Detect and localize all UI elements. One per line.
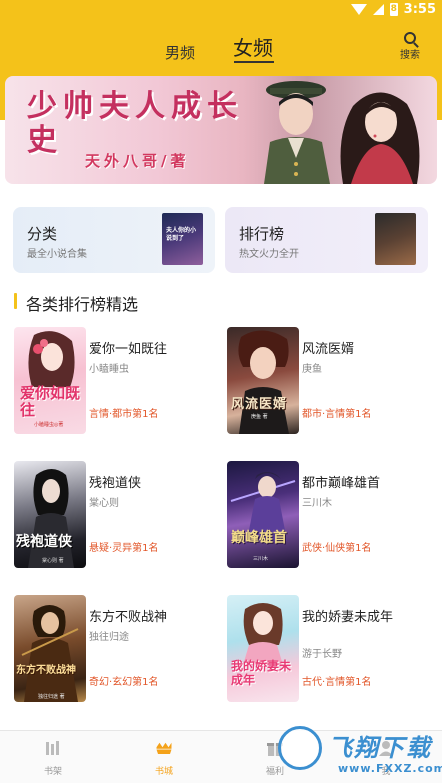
- tab-female[interactable]: 女频: [233, 32, 273, 61]
- book-author: 三川木: [302, 498, 332, 509]
- banner-illustration-woman: [340, 92, 420, 184]
- search-button[interactable]: 搜索: [396, 32, 424, 61]
- book-cover-author: 小瞌睡虫◎著: [34, 422, 64, 428]
- book-cover: 残袍道侠 棠心则 著: [14, 461, 86, 568]
- book-cover-author: 三川木: [253, 556, 269, 562]
- book-item[interactable]: 巅峰雄首 三川木 都市巅峰雄首 三川木 武侠·仙侠第1名: [227, 461, 427, 569]
- book-cover-title: 东方不败战神: [16, 665, 76, 676]
- book-cover-author: 独往归途 著: [38, 694, 65, 700]
- book-cover-author: 庚鱼 著: [251, 414, 268, 420]
- book-title: 风流医婿: [302, 342, 355, 357]
- book-item[interactable]: 我的娇妻未成年 我的娇妻未成年 游于长野 古代·言情第1名: [227, 595, 427, 703]
- book-author: 独往归途: [89, 632, 129, 643]
- section-accent-bar: [14, 293, 17, 309]
- book-cover-author: 棠心则 著: [42, 558, 64, 564]
- category-card-cover-text: 夫人你的小说到了: [166, 227, 197, 242]
- book-cover-title: 巅峰雄首: [231, 530, 287, 546]
- top-header: 男频 女频 搜索: [0, 20, 442, 80]
- ranking-card[interactable]: 排行榜 热文火力全开: [225, 207, 428, 273]
- section-title: 各类排行榜精选: [26, 295, 139, 314]
- wifi-icon: [350, 4, 367, 15]
- active-tab-indicator: [234, 61, 274, 63]
- watermark-url: www.FXXZ.com: [338, 762, 442, 775]
- book-author: 棠心则: [89, 498, 119, 509]
- status-time: 3:55: [403, 2, 436, 17]
- book-cover: 东方不败战神 独往归途 著: [14, 595, 86, 702]
- book-rank-tag: 古代·言情第1名: [302, 677, 372, 688]
- category-card-title: 分类: [27, 225, 58, 243]
- book-item[interactable]: 爱你如既往 小瞌睡虫◎著 爱你一如既往 小瞌睡虫 言情·都市第1名: [14, 327, 214, 435]
- book-author: 庚鱼: [302, 364, 322, 375]
- nav-bookstore-label: 书城: [154, 767, 173, 777]
- bookshelf-icon: [46, 741, 59, 755]
- book-rank-tag: 悬疑·灵异第1名: [89, 543, 159, 554]
- category-card-subtitle: 最全小说合集: [27, 249, 87, 260]
- ranking-card-title: 排行榜: [239, 225, 285, 243]
- book-cover-title: 残袍道侠: [16, 534, 72, 550]
- watermark-logo: 飞翔下载 www.FXXZ.com: [276, 722, 442, 780]
- book-rank-tag: 武侠·仙侠第1名: [302, 543, 372, 554]
- watermark-circle-icon: [278, 726, 322, 770]
- book-rank-tag: 奇幻·玄幻第1名: [89, 677, 159, 688]
- category-card-cover: 夫人你的小说到了: [162, 213, 203, 265]
- banner-title: 少帅夫人成长史: [27, 89, 243, 158]
- book-title: 爱你一如既往: [89, 342, 168, 357]
- nav-bookshelf[interactable]: 书架: [28, 739, 78, 777]
- book-author: 游于长野: [302, 649, 342, 660]
- book-title: 残袍道侠: [89, 476, 142, 491]
- book-cover: 我的娇妻未成年: [227, 595, 299, 702]
- book-author: 小瞌睡虫: [89, 364, 129, 375]
- book-title: 东方不败战神: [89, 610, 168, 625]
- banner-author: 天外八哥/著: [85, 152, 190, 170]
- book-cover: 风流医婿 庚鱼 著: [227, 327, 299, 434]
- book-cover: 爱你如既往 小瞌睡虫◎著: [14, 327, 86, 434]
- watermark-text: 飞翔下载: [328, 734, 432, 762]
- book-item[interactable]: 风流医婿 庚鱼 著 风流医婿 庚鱼 都市·言情第1名: [227, 327, 427, 435]
- bookstore-icon: [156, 742, 172, 754]
- battery-icon: 8: [389, 3, 398, 16]
- book-item[interactable]: 残袍道侠 棠心则 著 残袍道侠 棠心则 悬疑·灵异第1名: [14, 461, 214, 569]
- book-cover-title: 爱你如既往: [20, 384, 81, 419]
- book-cover: 巅峰雄首 三川木: [227, 461, 299, 568]
- nav-bookstore[interactable]: 书城: [139, 739, 189, 777]
- book-item[interactable]: 东方不败战神 独往归途 著 东方不败战神 独往归途 奇幻·玄幻第1名: [14, 595, 214, 703]
- book-title: 我的娇妻未成年: [302, 610, 394, 625]
- ranking-card-subtitle: 热文火力全开: [239, 249, 299, 260]
- status-bar: 8 3:55: [0, 0, 442, 20]
- book-cover-title: 我的娇妻未成年: [231, 659, 292, 687]
- book-title: 都市巅峰雄首: [302, 476, 381, 491]
- book-rank-tag: 言情·都市第1名: [89, 409, 159, 420]
- ranking-card-cover: [375, 213, 416, 265]
- book-cover-title: 风流医婿: [231, 397, 288, 412]
- promo-banner[interactable]: 少帅夫人成长史 天外八哥/著: [5, 76, 437, 184]
- nav-bookshelf-label: 书架: [43, 767, 62, 777]
- search-icon: [404, 32, 416, 44]
- category-card[interactable]: 分类 最全小说合集 夫人你的小说到了: [13, 207, 215, 273]
- tab-male[interactable]: 男频: [165, 42, 195, 63]
- book-rank-tag: 都市·言情第1名: [302, 409, 372, 420]
- search-label: 搜索: [400, 50, 420, 61]
- signal-icon: [372, 4, 384, 15]
